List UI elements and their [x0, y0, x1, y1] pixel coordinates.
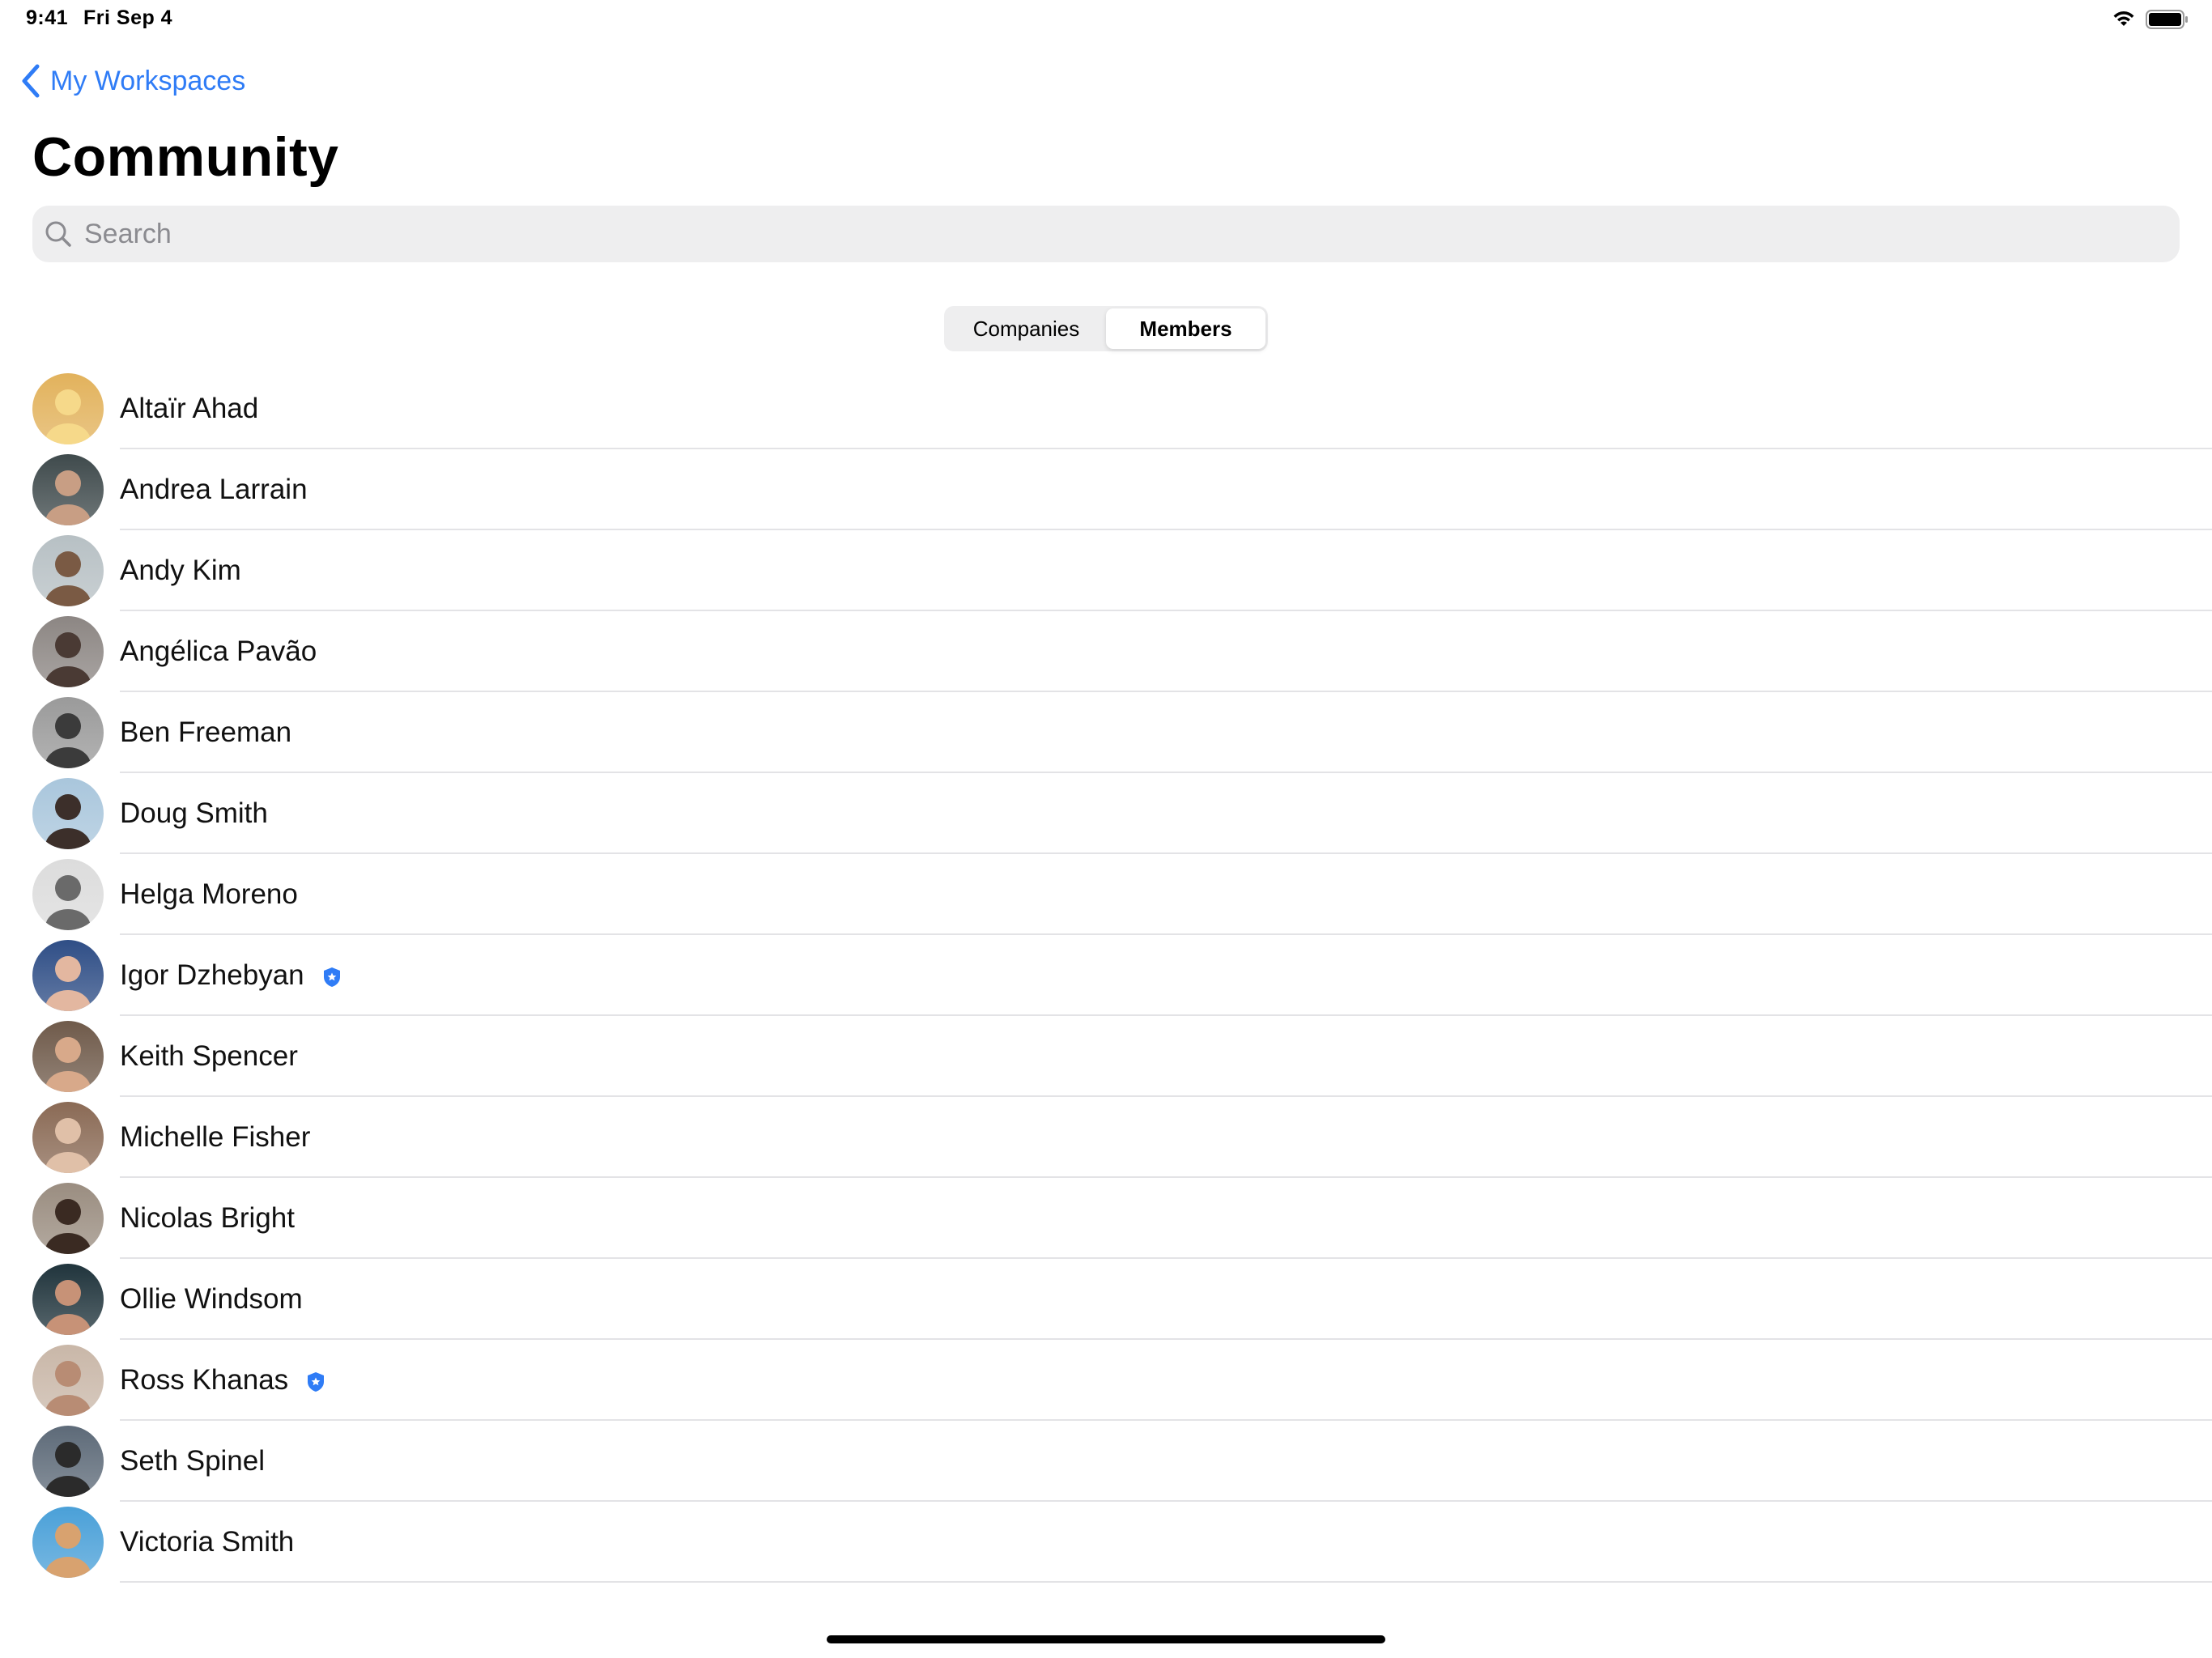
list-item[interactable]: Igor Dzhebyan — [0, 935, 2212, 1016]
status-time: 9:41 — [26, 6, 69, 29]
avatar-image — [32, 1021, 104, 1092]
avatar — [32, 940, 104, 1011]
home-indicator — [827, 1635, 1385, 1643]
battery-icon — [2146, 10, 2188, 29]
verified-badge-icon — [308, 1371, 325, 1392]
member-name: Andrea Larrain — [120, 474, 308, 505]
avatar — [32, 373, 104, 444]
back-button[interactable]: My Workspaces — [19, 61, 245, 101]
wifi-icon — [2113, 11, 2134, 26]
avatar — [32, 1021, 104, 1092]
avatar-image — [32, 373, 104, 444]
avatar — [32, 535, 104, 606]
list-item[interactable]: Seth Spinel — [0, 1421, 2212, 1502]
avatar — [32, 1426, 104, 1497]
avatar — [32, 454, 104, 525]
avatar — [32, 1183, 104, 1254]
member-name: Ben Freeman — [120, 716, 292, 748]
list-item[interactable]: Nicolas Bright — [0, 1178, 2212, 1259]
avatar-image — [32, 778, 104, 849]
list-item[interactable]: Angélica Pavão — [0, 611, 2212, 692]
list-item[interactable]: Andy Kim — [0, 530, 2212, 611]
avatar — [32, 697, 104, 768]
list-item[interactable]: Ollie Windsom — [0, 1259, 2212, 1340]
member-name: Altaïr Ahad — [120, 393, 259, 424]
list-item[interactable]: Doug Smith — [0, 773, 2212, 854]
member-name: Victoria Smith — [120, 1526, 295, 1558]
status-date: Fri Sep 4 — [83, 6, 173, 29]
member-name: Ollie Windsom — [120, 1283, 303, 1315]
list-item[interactable]: Ben Freeman — [0, 692, 2212, 773]
avatar-image — [32, 1183, 104, 1254]
member-name: Nicolas Bright — [120, 1202, 295, 1234]
verified-badge-icon — [323, 967, 340, 987]
list-item[interactable]: Andrea Larrain — [0, 449, 2212, 530]
avatar-image — [32, 1426, 104, 1497]
avatar — [32, 616, 104, 687]
avatar-image — [32, 859, 104, 930]
search-bar[interactable] — [32, 206, 2180, 262]
member-name: Ross Khanas — [120, 1364, 325, 1397]
avatar-image — [32, 940, 104, 1011]
list-item[interactable]: Michelle Fisher — [0, 1097, 2212, 1178]
segment-companies[interactable]: Companies — [946, 308, 1106, 349]
avatar-image — [32, 616, 104, 687]
member-name: Helga Moreno — [120, 878, 298, 910]
member-name: Angélica Pavão — [120, 636, 317, 667]
list-item[interactable]: Ross Khanas — [0, 1340, 2212, 1421]
member-name: Michelle Fisher — [120, 1121, 311, 1153]
status-bar: 9:41 Fri Sep 4 — [0, 0, 2212, 39]
search-input[interactable] — [83, 209, 2180, 259]
avatar-image — [32, 697, 104, 768]
avatar — [32, 859, 104, 930]
avatar-image — [32, 1507, 104, 1578]
avatar-image — [32, 1264, 104, 1335]
avatar — [32, 1507, 104, 1578]
avatar — [32, 1102, 104, 1173]
segmented-control: Companies Members — [944, 306, 1268, 351]
member-name: Igor Dzhebyan — [120, 959, 342, 992]
chevron-left-icon — [22, 64, 40, 98]
member-name: Keith Spencer — [120, 1040, 298, 1072]
member-name: Seth Spinel — [120, 1445, 266, 1477]
segment-members[interactable]: Members — [1106, 308, 1266, 349]
list-item[interactable]: Helga Moreno — [0, 854, 2212, 935]
search-icon — [45, 221, 71, 247]
avatar — [32, 1345, 104, 1416]
member-name: Andy Kim — [120, 555, 241, 586]
avatar-image — [32, 1345, 104, 1416]
member-list: Altaïr Ahad Andrea Larrain Andy Kim Angélic… — [0, 368, 2212, 1583]
list-item[interactable]: Keith Spencer — [0, 1016, 2212, 1097]
avatar-image — [32, 535, 104, 606]
row-divider — [120, 1581, 2212, 1583]
back-label: My Workspaces — [50, 65, 246, 96]
list-item[interactable]: Victoria Smith — [0, 1502, 2212, 1583]
list-item[interactable]: Altaïr Ahad — [0, 368, 2212, 449]
avatar-image — [32, 454, 104, 525]
page-title: Community — [32, 126, 339, 188]
avatar — [32, 1264, 104, 1335]
avatar — [32, 778, 104, 849]
avatar-image — [32, 1102, 104, 1173]
member-name: Doug Smith — [120, 797, 268, 829]
